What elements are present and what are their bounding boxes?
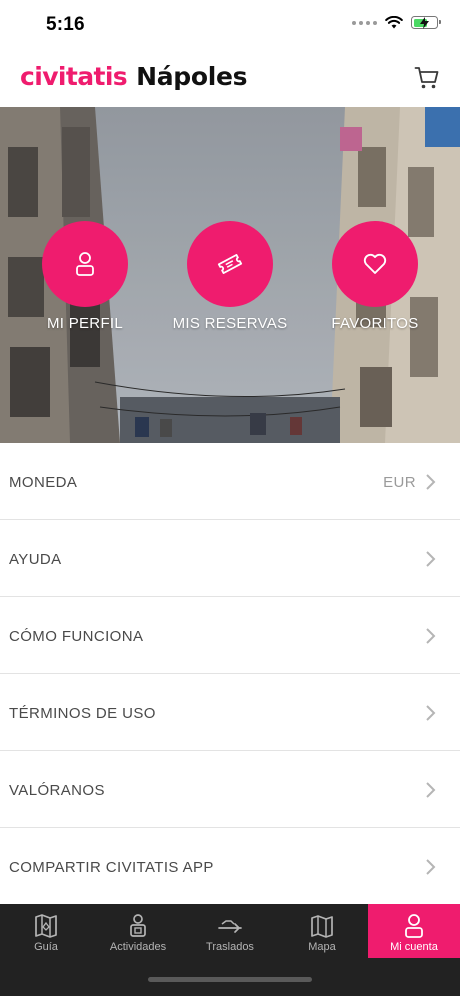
menu-item-label: TÉRMINOS DE USO: [9, 705, 156, 722]
chevron-right-icon: [426, 705, 436, 721]
menu-item-label: AYUDA: [9, 551, 62, 568]
tab-label: Guía: [34, 941, 58, 953]
battery-icon: [411, 16, 441, 29]
my-bookings-button[interactable]: MIS RESERVAS: [160, 221, 300, 332]
favorites-label: FAVORITOS: [331, 315, 419, 332]
menu-item-rate-us[interactable]: VALÓRANOS: [0, 751, 460, 828]
status-time: 5:16: [46, 14, 85, 35]
menu-item-share-app[interactable]: COMPARTIR CIVITATIS APP: [0, 828, 460, 905]
brand: civitatis Nápoles: [20, 62, 248, 91]
chevron-right-icon: [426, 628, 436, 644]
menu-item-label: COMPARTIR CIVITATIS APP: [9, 859, 214, 876]
tab-guide[interactable]: Guía: [0, 904, 92, 958]
tab-label: Mi cuenta: [390, 941, 438, 953]
chevron-right-icon: [426, 474, 436, 490]
tab-activities[interactable]: Actividades: [92, 904, 184, 958]
user-icon: [76, 252, 94, 276]
my-profile-label: MI PERFIL: [46, 315, 124, 332]
status-icons: [352, 16, 441, 29]
currency-value: EUR: [383, 474, 416, 491]
heart-icon: [363, 253, 387, 274]
menu-item-label: VALÓRANOS: [9, 782, 105, 799]
wifi-icon: [385, 16, 403, 29]
user-icon: [405, 914, 423, 938]
tab-label: Actividades: [109, 941, 167, 953]
settings-menu: MONEDA EUR AYUDA CÓMO FUNCIONA TÉRMINOS …: [0, 443, 460, 905]
menu-item-terms-of-use[interactable]: TÉRMINOS DE USO: [0, 674, 460, 751]
menu-item-label: MONEDA: [9, 474, 78, 491]
transfer-plane-icon: [218, 920, 242, 933]
map-guide-icon: [35, 914, 57, 938]
map-icon: [311, 915, 333, 938]
city-title: Nápoles: [136, 62, 248, 91]
my-profile-button[interactable]: MI PERFIL: [15, 221, 155, 332]
menu-item-help[interactable]: AYUDA: [0, 520, 460, 597]
tab-my-account[interactable]: Mi cuenta: [368, 904, 460, 958]
menu-item-how-it-works[interactable]: CÓMO FUNCIONA: [0, 597, 460, 674]
tab-map[interactable]: Mapa: [276, 904, 368, 958]
menu-item-label: CÓMO FUNCIONA: [9, 628, 144, 645]
menu-item-currency[interactable]: MONEDA EUR: [0, 443, 460, 520]
tab-label: Mapa: [308, 941, 336, 953]
bottom-tab-bar: Guía Actividades Traslados Mapa Mi cuent…: [0, 904, 460, 996]
home-indicator: [148, 977, 312, 982]
activities-icon: [130, 914, 146, 937]
status-bar: 5:16: [0, 0, 460, 50]
ticket-icon: [217, 253, 243, 275]
cellular-signal-icon: [352, 20, 377, 25]
hero-actions: MI PERFIL MIS RESERVAS FAVORITOS: [0, 221, 460, 341]
app-header: civitatis Nápoles: [0, 50, 460, 107]
my-bookings-label: MIS RESERVAS: [172, 315, 288, 332]
shopping-cart-icon[interactable]: [414, 65, 440, 91]
chevron-right-icon: [426, 859, 436, 875]
civitatis-logo: civitatis: [20, 62, 128, 91]
tab-transfers[interactable]: Traslados: [184, 904, 276, 958]
chevron-right-icon: [426, 782, 436, 798]
tab-label: Traslados: [206, 941, 254, 953]
favorites-button[interactable]: FAVORITOS: [305, 221, 445, 332]
hero-banner: MI PERFIL MIS RESERVAS FAVORITOS: [0, 107, 460, 443]
chevron-right-icon: [426, 551, 436, 567]
